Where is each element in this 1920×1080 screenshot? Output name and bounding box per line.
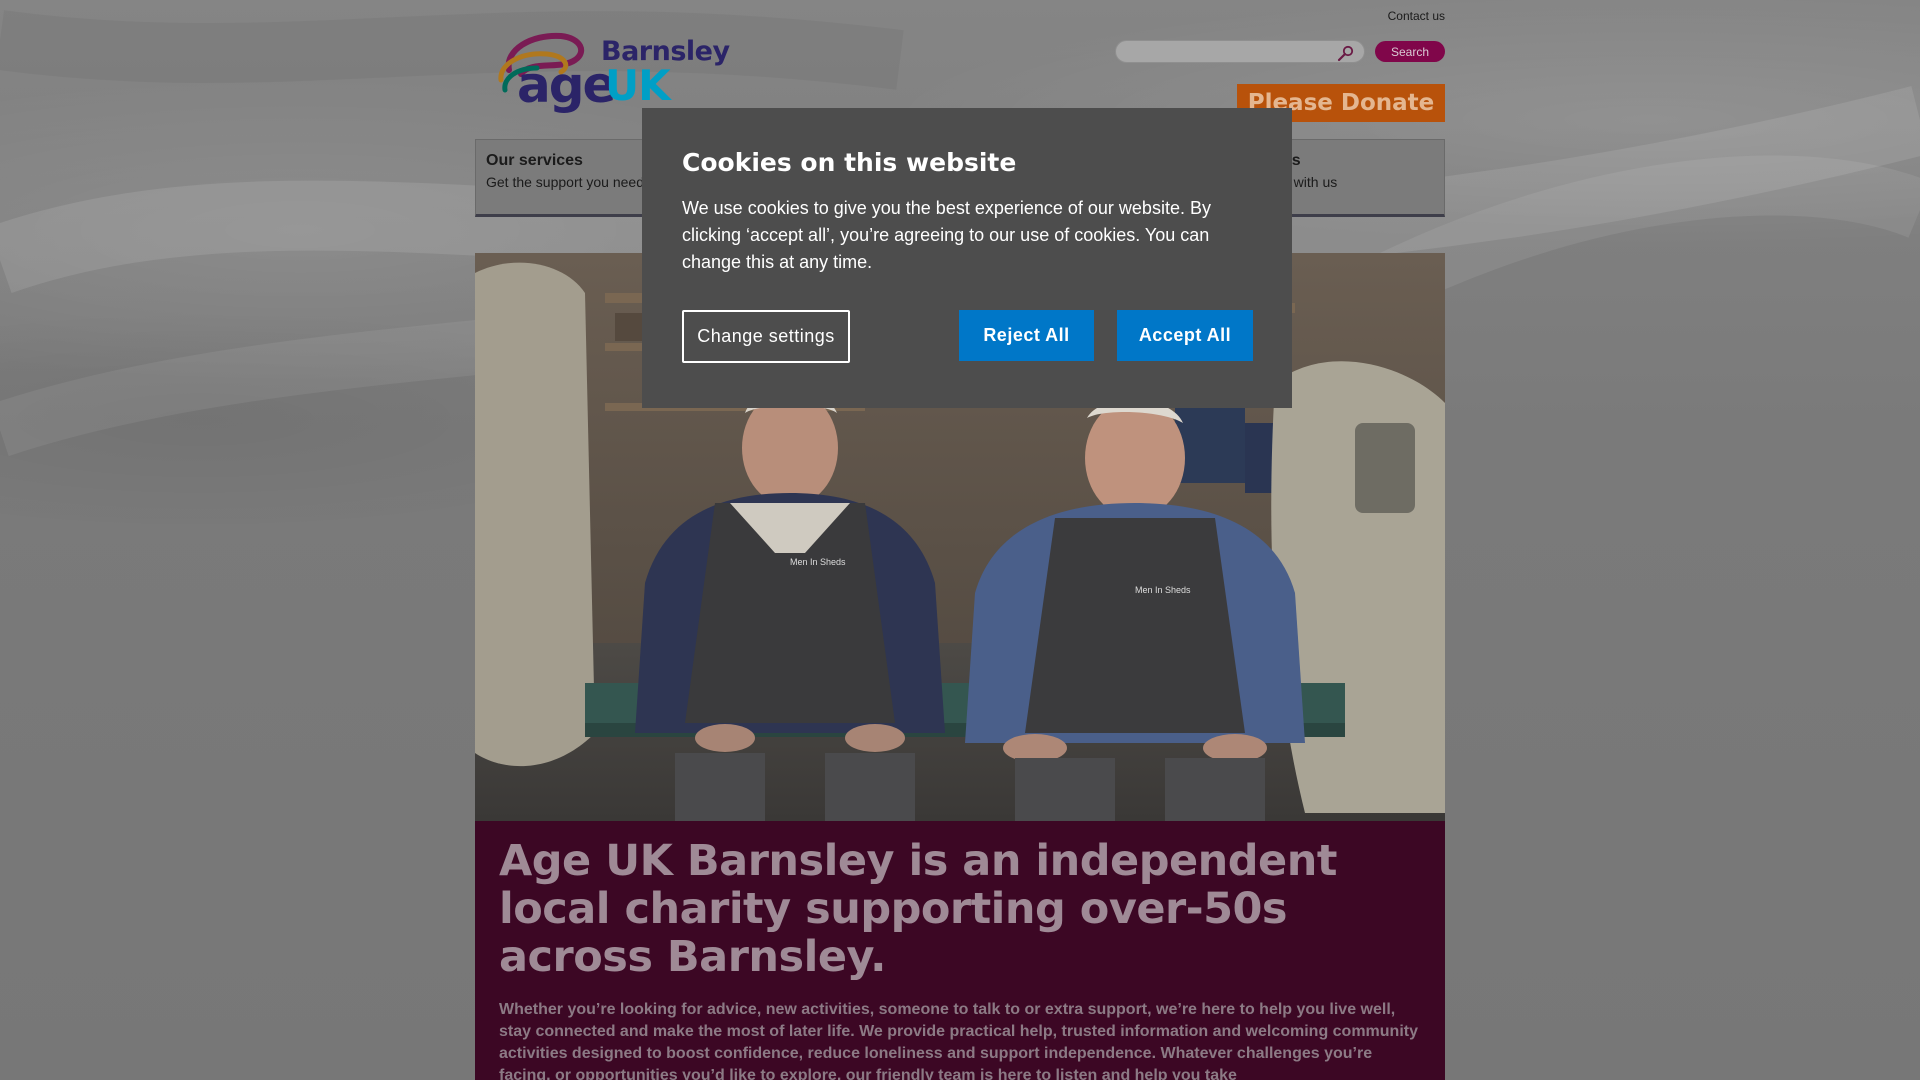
search-button[interactable]: Search <box>1375 41 1445 62</box>
search-icon[interactable] <box>1337 44 1355 62</box>
cookie-title: Cookies on this website <box>682 148 1017 177</box>
search-input[interactable] <box>1115 40 1365 63</box>
nav-item-our-services[interactable]: Our services Get the support you need <box>486 152 644 190</box>
nav-item-title: Our services <box>486 152 583 169</box>
intro-body: Whether you’re looking for advice, new a… <box>499 1001 1418 1080</box>
apron-text-left: Men In Sheds <box>790 557 846 567</box>
logo-uk-text: UK <box>605 61 671 110</box>
reject-all-button[interactable]: Reject All <box>959 310 1094 361</box>
nav-item-subtitle: Get the support you need <box>486 174 644 190</box>
logo-age-text: age <box>517 56 616 114</box>
apron-text-right: Men In Sheds <box>1135 585 1191 595</box>
change-settings-button[interactable]: Change settings <box>682 310 850 363</box>
cookie-dialog: Cookies on this website We use cookies t… <box>642 108 1292 408</box>
intro-panel: Age UK Barnsley is an independent local … <box>475 821 1445 1080</box>
accept-all-button[interactable]: Accept All <box>1117 310 1253 361</box>
intro-heading: Age UK Barnsley is an independent local … <box>499 836 1337 982</box>
contact-us-link[interactable]: Contact us <box>1388 9 1445 23</box>
age-uk-barnsley-logo[interactable]: Barnsley age UK <box>491 30 730 114</box>
cookie-text: We use cookies to give you the best expe… <box>682 198 1211 272</box>
